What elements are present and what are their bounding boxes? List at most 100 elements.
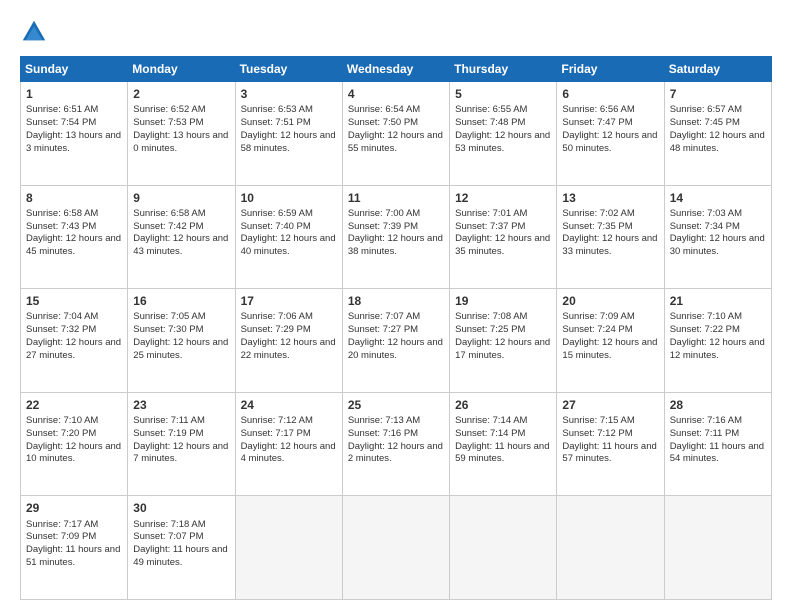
col-header-wednesday: Wednesday <box>342 57 449 82</box>
col-header-saturday: Saturday <box>664 57 771 82</box>
calendar-cell: 7Sunrise: 6:57 AMSunset: 7:45 PMDaylight… <box>664 82 771 186</box>
day-number: 25 <box>348 397 444 413</box>
calendar-cell: 12 Sunrise: 7:01 AM Sunset: 7:37 PMDayligh… <box>450 185 557 289</box>
day-number: 19 <box>455 293 551 309</box>
calendar-cell: 21Sunrise: 7:10 AMSunset: 7:22 PMDayligh… <box>664 289 771 393</box>
sunrise: Sunrise: 7:10 AM <box>670 311 742 322</box>
day-number: 14 <box>670 190 766 206</box>
page: SundayMondayTuesdayWednesdayThursdayFrid… <box>0 0 792 612</box>
sunset: Sunset: 7:37 PM <box>455 221 525 232</box>
sunset: Sunset: 7:35 PM <box>562 221 632 232</box>
day-number: 28 <box>670 397 766 413</box>
calendar-cell: 26Sunrise: 7:14 AMSunset: 7:14 PMDayligh… <box>450 392 557 496</box>
sunrise: Sunrise: 6:52 AM <box>133 104 205 115</box>
calendar-cell: 30 Sunrise: 7:18 AMSunset: 7:07 PM Dayligh… <box>128 496 235 600</box>
calendar-cell: 19Sunrise: 7:08 AMSunset: 7:25 PMDayligh… <box>450 289 557 393</box>
calendar-cell: 27Sunrise: 7:15 AMSunset: 7:12 PMDayligh… <box>557 392 664 496</box>
day-number: 30 <box>133 500 229 516</box>
day-number: 1 <box>26 86 122 102</box>
daylight: Daylight: 12 hours and 38 minutes. <box>348 233 443 257</box>
daylight: Daylight: 12 hours and 55 minutes. <box>348 130 443 154</box>
sunset: Sunset: 7:14 PM <box>455 428 525 439</box>
sunset: Sunset: 7:25 PM <box>455 324 525 335</box>
sunset: Sunset: 7:16 PM <box>348 428 418 439</box>
calendar-table: SundayMondayTuesdayWednesdayThursdayFrid… <box>20 56 772 600</box>
week-row-5: 29Sunrise: 7:17 AMSunset: 7:09 PMDayligh… <box>21 496 772 600</box>
daylight: Daylight: 12 hours and 10 minutes. <box>26 441 121 465</box>
calendar-cell: 23Sunrise: 7:11 AMSunset: 7:19 PMDayligh… <box>128 392 235 496</box>
sunset: Sunset: 7:19 PM <box>133 428 203 439</box>
sunrise: Sunrise: 7:04 AM <box>26 311 98 322</box>
sunset: Sunset: 7:43 PM <box>26 221 96 232</box>
sunset: Sunset: 7:29 PM <box>241 324 311 335</box>
daylight: Daylight: 13 hours and 3 minutes. <box>26 130 121 154</box>
col-header-monday: Monday <box>128 57 235 82</box>
daylight: Daylight: 12 hours and 35 minutes. <box>455 233 550 257</box>
daylight: Daylight: 12 hours and 48 minutes. <box>670 130 765 154</box>
day-number: 10 <box>241 190 337 206</box>
sunrise: Sunrise: 7:18 AM <box>133 519 205 530</box>
daylight: Daylight: 11 hours and 51 minutes. <box>26 544 120 568</box>
sunset: Sunset: 7:53 PM <box>133 117 203 128</box>
sunrise: Sunrise: 7:08 AM <box>455 311 527 322</box>
daylight: Daylight: 12 hours and 20 minutes. <box>348 337 443 361</box>
day-number: 9 <box>133 190 229 206</box>
day-number: 12 <box>455 190 551 206</box>
sunrise: Sunrise: 6:51 AM <box>26 104 98 115</box>
sunset: Sunset: 7:45 PM <box>670 117 740 128</box>
sunset: Sunset: 7:47 PM <box>562 117 632 128</box>
day-number: 22 <box>26 397 122 413</box>
sunrise: Sunrise: 6:55 AM <box>455 104 527 115</box>
daylight: Daylight: 12 hours and 22 minutes. <box>241 337 336 361</box>
daylight: Daylight: 12 hours and 50 minutes. <box>562 130 657 154</box>
sunrise: Sunrise: 7:03 AM <box>670 208 742 219</box>
calendar-cell: 20 Sunrise: 7:09 AM Sunset: 7:24 PM Dayligh… <box>557 289 664 393</box>
sunrise: Sunrise: 6:53 AM <box>241 104 313 115</box>
sunset: Sunset: 7:51 PM <box>241 117 311 128</box>
calendar-cell: 8Sunrise: 6:58 AMSunset: 7:43 PMDaylight… <box>21 185 128 289</box>
day-number: 6 <box>562 86 658 102</box>
calendar-cell: 22Sunrise: 7:10 AMSunset: 7:20 PMDayligh… <box>21 392 128 496</box>
daylight: Daylight: 12 hours and 43 minutes. <box>133 233 228 257</box>
calendar-cell <box>235 496 342 600</box>
daylight: Daylight: 12 hours and 33 minutes. <box>562 233 657 257</box>
calendar-cell: 14Sunrise: 7:03 AMSunset: 7:34 PMDayligh… <box>664 185 771 289</box>
calendar-cell: 9Sunrise: 6:58 AMSunset: 7:42 PMDaylight… <box>128 185 235 289</box>
daylight: Daylight: 12 hours and 4 minutes. <box>241 441 336 465</box>
day-number: 13 <box>562 190 658 206</box>
sunset: Sunset: 7:27 PM <box>348 324 418 335</box>
daylight: Daylight: 11 hours and 59 minutes. <box>455 441 549 465</box>
sunset: Sunset: 7:24 PM <box>562 324 632 335</box>
sunrise: Sunrise: 7:09 AM <box>562 311 634 322</box>
sunset: Sunset: 7:22 PM <box>670 324 740 335</box>
day-number: 11 <box>348 190 444 206</box>
day-number: 21 <box>670 293 766 309</box>
daylight: Daylight: 12 hours and 45 minutes. <box>26 233 121 257</box>
logo <box>20 18 52 46</box>
sunrise: Sunrise: 7:01 AM <box>455 208 527 219</box>
sunrise: Sunrise: 6:58 AM <box>133 208 205 219</box>
sunset: Sunset: 7:12 PM <box>562 428 632 439</box>
day-number: 24 <box>241 397 337 413</box>
calendar-cell: 11 Sunrise: 7:00 AM Sunset: 7:39 PMDayligh… <box>342 185 449 289</box>
daylight: Daylight: 12 hours and 15 minutes. <box>562 337 657 361</box>
calendar-cell <box>342 496 449 600</box>
daylight: Daylight: 12 hours and 30 minutes. <box>670 233 765 257</box>
daylight: Daylight: 11 hours and 49 minutes. <box>133 544 227 568</box>
sunrise: Sunrise: 7:02 AM <box>562 208 634 219</box>
sunrise: Sunrise: 6:54 AM <box>348 104 420 115</box>
day-number: 20 <box>562 293 658 309</box>
daylight: Daylight: 12 hours and 53 minutes. <box>455 130 550 154</box>
week-row-3: 15Sunrise: 7:04 AMSunset: 7:32 PMDayligh… <box>21 289 772 393</box>
sunrise: Sunrise: 7:00 AM <box>348 208 420 219</box>
calendar-cell <box>450 496 557 600</box>
sunset: Sunset: 7:32 PM <box>26 324 96 335</box>
sunset: Sunset: 7:07 PM <box>133 531 203 542</box>
sunset: Sunset: 7:39 PM <box>348 221 418 232</box>
calendar-cell: 13 Sunrise: 7:02 AM Sunset: 7:35 PMDayligh… <box>557 185 664 289</box>
sunset: Sunset: 7:48 PM <box>455 117 525 128</box>
sunset: Sunset: 7:11 PM <box>670 428 740 439</box>
sunset: Sunset: 7:40 PM <box>241 221 311 232</box>
logo-icon <box>20 18 48 46</box>
sunset: Sunset: 7:09 PM <box>26 531 96 542</box>
